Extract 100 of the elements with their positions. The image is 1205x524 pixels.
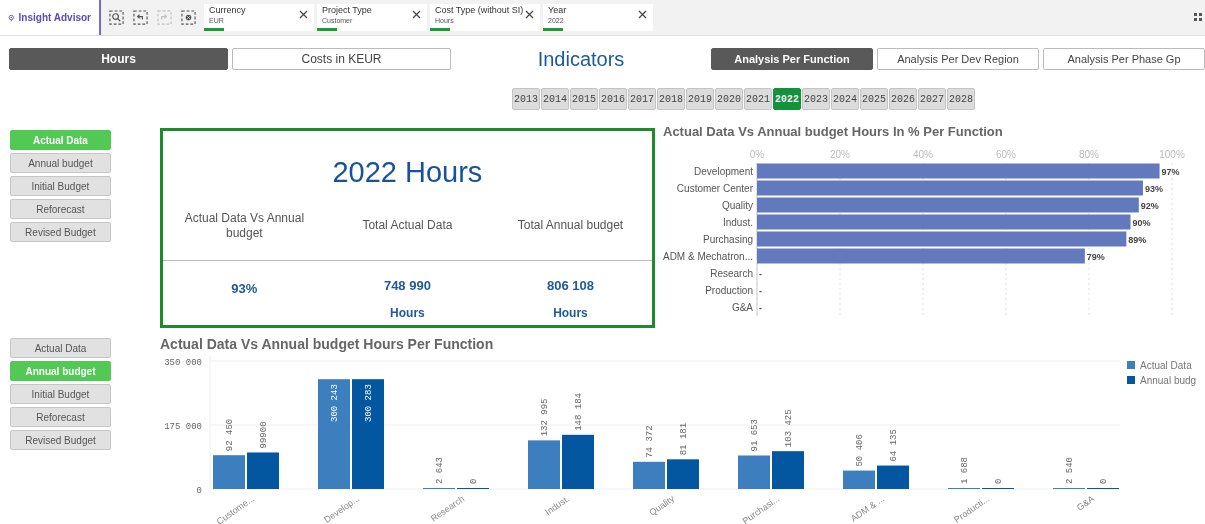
axis-tick-label: 60%	[996, 149, 1016, 160]
filter-label: Year	[548, 6, 568, 15]
close-icon[interactable]	[412, 10, 421, 19]
close-icon[interactable]	[299, 10, 308, 19]
legend-label: Annual budg	[1140, 375, 1197, 386]
value-label: 64 135	[889, 429, 899, 462]
kpi-title: 2022 Hours	[331, 155, 484, 190]
axis-tick-label: 100%	[1159, 149, 1185, 160]
value-label: 90%	[1132, 218, 1151, 228]
value-label: 2 643	[435, 457, 445, 484]
axis-tick-label: 40%	[913, 149, 933, 160]
kpi-unit: Hours	[553, 304, 588, 322]
value-label: -	[759, 286, 762, 296]
category-label: G&A	[1074, 493, 1097, 513]
analysis-tab[interactable]: Analysis Per Phase Gp	[1043, 48, 1205, 70]
year-button[interactable]: 2015	[570, 88, 598, 110]
year-button[interactable]: 2025	[860, 88, 888, 110]
value-label: 50 406	[855, 434, 865, 467]
value-label: 97%	[1161, 167, 1180, 177]
value-label: 81 181	[679, 422, 689, 456]
year-button[interactable]: 2020	[715, 88, 743, 110]
value-label: 0	[994, 478, 1004, 484]
axis-tick-label: 0%	[749, 149, 765, 160]
version-button[interactable]: Actual Data	[10, 338, 111, 358]
analysis-tab[interactable]: Analysis Per Dev Region	[877, 48, 1039, 70]
value-label: 93%	[1144, 184, 1163, 194]
value-label: 300 243	[330, 384, 340, 422]
search-selection-icon[interactable]	[109, 10, 124, 25]
value-label: 99900	[259, 421, 269, 449]
year-button[interactable]: 2028	[947, 88, 975, 110]
value-label: 91 653	[750, 419, 760, 452]
category-label: G&A	[731, 302, 753, 313]
version-button[interactable]: Reforecast	[10, 199, 111, 219]
axis-tick-label: 20%	[830, 149, 850, 160]
version-button[interactable]: Initial Budget	[10, 176, 111, 196]
version-button[interactable]: Initial Budget	[10, 384, 111, 404]
year-button[interactable]: 2024	[831, 88, 859, 110]
year-button[interactable]: 2013	[512, 88, 540, 110]
value-label: 74 372	[645, 425, 655, 458]
kpi-heading: Total Actual Data	[361, 218, 454, 233]
filter-label: Project Type	[322, 6, 373, 15]
value-label: 79%	[1086, 252, 1105, 262]
value-label: 148 184	[574, 393, 584, 431]
insight-advisor-tab[interactable]: Insight Advisor	[0, 0, 101, 35]
year-button[interactable]: 2023	[802, 88, 830, 110]
axis-tick-label: 80%	[1079, 149, 1099, 160]
filter-label: Cost Type (without SI)	[435, 6, 525, 15]
measure-tab[interactable]: Costs in KEUR	[232, 48, 451, 70]
grid-icon[interactable]	[1194, 13, 1203, 22]
value-label: 103 425	[784, 409, 794, 448]
version-button[interactable]: Reforecast	[10, 407, 111, 427]
year-button[interactable]: 2026	[889, 88, 917, 110]
analysis-tab[interactable]: Analysis Per Function	[711, 48, 873, 70]
category-label: Development	[694, 166, 753, 177]
value-label: 92 450	[225, 418, 235, 452]
value-label: 0	[469, 478, 479, 484]
axis-tick-label: 0	[196, 486, 202, 496]
close-icon[interactable]	[525, 10, 534, 19]
version-button[interactable]: Revised Budget	[10, 222, 111, 242]
measure-tab[interactable]: Hours	[9, 48, 228, 70]
value-label: 2 540	[1065, 457, 1075, 484]
value-label: -	[759, 269, 762, 279]
year-button[interactable]: 2014	[541, 88, 569, 110]
value-label: 89%	[1128, 235, 1147, 245]
value-label: -	[759, 303, 762, 313]
kpi-value: 806 108	[546, 277, 594, 295]
axis-tick-label: 175 000	[164, 422, 202, 432]
kpi-unit: Hours	[390, 304, 425, 322]
year-button[interactable]: 2018	[657, 88, 685, 110]
kpi-value: 748 990	[383, 277, 431, 295]
category-label: Customer Center	[676, 183, 753, 194]
value-label: 92%	[1140, 201, 1159, 211]
category-label: Research	[710, 268, 753, 279]
category-label: ADM & Mechatron...	[662, 251, 753, 262]
year-button[interactable]: 2019	[686, 88, 714, 110]
category-label: Production	[705, 285, 753, 296]
year-button[interactable]: 2017	[628, 88, 656, 110]
value-label: 1 688	[960, 457, 970, 484]
version-button[interactable]: Annual budget	[10, 153, 111, 173]
step-back-icon[interactable]	[133, 10, 148, 25]
chart-title: Actual Data Vs Annual budget Hours In % Per Function	[662, 123, 1004, 141]
value-label: 0	[1099, 478, 1109, 484]
chart-title: Actual Data Vs Annual budget Hours Per Function	[160, 335, 495, 354]
year-button[interactable]: 2022	[773, 88, 801, 110]
clear-selections-icon[interactable]	[181, 10, 196, 25]
year-button[interactable]: 2016	[599, 88, 627, 110]
legend-label: Actual Data	[1140, 360, 1192, 371]
kpi-heading: Actual Data Vs Annual budget	[183, 210, 306, 241]
value-label: 132 995	[540, 398, 550, 437]
kpi-heading: Total Annual budget	[516, 218, 625, 233]
version-button[interactable]: Revised Budget	[10, 430, 111, 450]
year-button[interactable]: 2021	[744, 88, 772, 110]
category-label: Quality	[721, 200, 753, 211]
kpi-value: 93%	[231, 280, 258, 298]
value-label: 300 283	[364, 384, 374, 422]
close-icon[interactable]	[638, 10, 647, 19]
axis-tick-label: 350 000	[164, 358, 202, 368]
year-button[interactable]: 2027	[918, 88, 946, 110]
category-label: Indust.	[722, 217, 753, 228]
category-label: Purchasing	[702, 234, 753, 245]
